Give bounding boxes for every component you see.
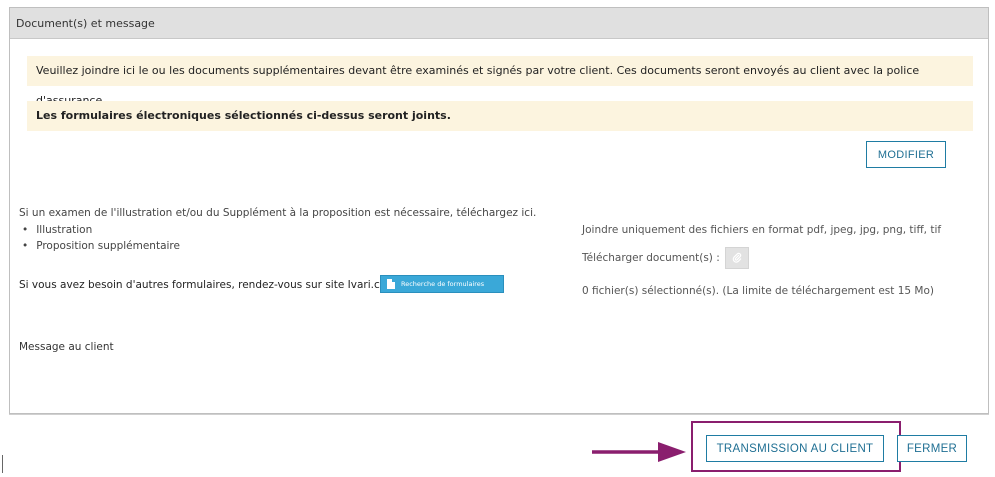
other-forms-text: Si vous avez besoin d'autres formulaires…: [19, 279, 390, 291]
paperclip-icon: [732, 252, 742, 263]
document-icon: [387, 279, 395, 289]
selected-files-status: 0 fichier(s) sélectionné(s). (La limite …: [582, 285, 935, 297]
panel-title: Document(s) et message: [10, 8, 988, 39]
file-formats-text: Joindre uniquement des fichiers en forma…: [582, 224, 942, 236]
download-list: Illustration Proposition supplémentaire: [22, 222, 180, 254]
fermer-button[interactable]: FERMER: [897, 435, 967, 462]
list-item-proposition[interactable]: Proposition supplémentaire: [22, 238, 180, 254]
message-label: Message au client: [19, 341, 114, 353]
modifier-button[interactable]: MODIFIER: [866, 141, 946, 168]
footer-divider: [9, 414, 989, 415]
transmission-au-client-button[interactable]: TRANSMISSION AU CLIENT: [706, 435, 884, 462]
recherche-formulaires-button[interactable]: Recherche de formulaires: [380, 275, 504, 293]
arrow-right-icon: [592, 442, 686, 462]
upload-label: Télécharger document(s) :: [582, 252, 720, 264]
forms-attached-notice: Les formulaires électroniques sélectionn…: [27, 101, 973, 131]
list-item-illustration[interactable]: Illustration: [22, 222, 180, 238]
instructions-notice: Veuillez joindre ici le ou les documents…: [27, 56, 973, 107]
text-cursor-mark: [2, 455, 3, 473]
exam-instructions-text: Si un examen de l'illustration et/ou du …: [19, 207, 537, 219]
upload-button[interactable]: [725, 247, 749, 269]
recherche-formulaires-label: Recherche de formulaires: [401, 280, 485, 288]
